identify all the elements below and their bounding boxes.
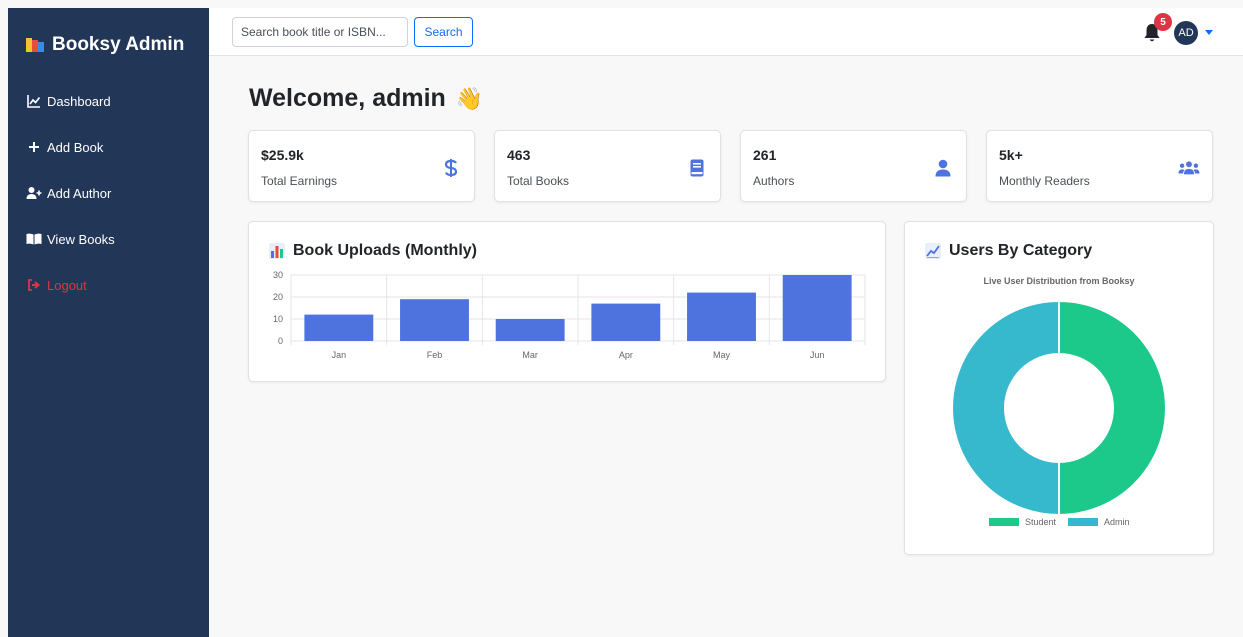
- legend-label: Admin: [1104, 517, 1130, 527]
- stat-label: Monthly Readers: [999, 174, 1090, 188]
- chevron-down-icon[interactable]: [1205, 30, 1213, 35]
- donut-slice: [1058, 299, 1167, 517]
- x-tick-label: Jun: [810, 350, 825, 360]
- y-tick-label: 0: [278, 336, 283, 346]
- sidebar-item-label: Add Author: [47, 185, 112, 201]
- stat-value: 261: [753, 147, 777, 163]
- x-tick-label: May: [713, 350, 731, 360]
- donut-chart: Live User Distribution from Booksy Studen…: [951, 276, 1167, 527]
- stat-value: 463: [507, 147, 531, 163]
- x-tick-label: Feb: [427, 350, 443, 360]
- book-uploads-panel: Book Uploads (Monthly) 0 10 20 30 Jan Feb Mar A…: [248, 221, 886, 382]
- sidebar-item-label: Add Book: [47, 139, 104, 155]
- plus-icon: [26, 139, 42, 155]
- y-tick-label: 10: [273, 314, 283, 324]
- panel-title-text: Users By Category: [949, 242, 1093, 259]
- stat-card-earnings: $25.9k Total Earnings: [248, 130, 475, 202]
- stat-label: Authors: [753, 174, 795, 188]
- sidebar-item-add-book[interactable]: Add Book: [26, 138, 206, 156]
- stat-card-readers: 5k+ Monthly Readers: [986, 130, 1213, 202]
- stat-card-books: 463 Total Books: [494, 130, 721, 202]
- books-logo-icon: [26, 37, 44, 53]
- bar: [782, 275, 852, 341]
- user-icon: [932, 157, 954, 179]
- y-tick-label: 30: [273, 270, 283, 280]
- bar: [495, 319, 565, 341]
- sidebar-item-label: Dashboard: [47, 93, 111, 109]
- chart-line-icon: [26, 93, 42, 109]
- avatar[interactable]: AD: [1174, 21, 1198, 45]
- chart-subtitle: Live User Distribution from Booksy: [983, 276, 1134, 286]
- sidebar-item-label: View Books: [47, 231, 115, 247]
- brand-name: Booksy Admin: [52, 34, 185, 55]
- logout-icon: [26, 277, 42, 293]
- bar-chart: 0 10 20 30 Jan Feb Mar Apr May Jun: [273, 270, 866, 360]
- panel-title: Book Uploads (Monthly): [269, 242, 477, 260]
- page-title: Welcome, admin 👋: [249, 84, 483, 113]
- top-navbar: Search 5 AD: [209, 8, 1243, 56]
- stat-label: Total Earnings: [261, 174, 338, 188]
- welcome-text: Welcome, admin: [249, 84, 446, 112]
- sidebar-item-add-author[interactable]: Add Author: [26, 184, 206, 202]
- users-icon: [1178, 157, 1200, 179]
- trend-chart-icon: [925, 243, 941, 259]
- users-by-category-panel: Users By Category Live User Distribution…: [904, 221, 1214, 555]
- search-button[interactable]: Search: [414, 17, 473, 47]
- x-tick-label: Mar: [522, 350, 538, 360]
- sidebar-nav: Dashboard Add Book Add Author View Books…: [26, 92, 206, 322]
- bar: [304, 314, 374, 341]
- sidebar-item-dashboard[interactable]: Dashboard: [26, 92, 206, 110]
- x-tick-label: Jan: [332, 350, 347, 360]
- sidebar-item-label: Logout: [47, 277, 87, 293]
- search-input[interactable]: [232, 17, 408, 47]
- stat-value: $25.9k: [261, 147, 304, 163]
- bar: [400, 299, 469, 341]
- dollar-icon: [440, 157, 462, 179]
- legend-swatch: [1068, 518, 1098, 526]
- bar-chart-icon: [269, 243, 285, 259]
- sidebar-item-view-books[interactable]: View Books: [26, 230, 206, 248]
- bar: [591, 303, 661, 341]
- legend-label: Student: [1025, 517, 1057, 527]
- y-tick-label: 20: [273, 292, 283, 302]
- waving-hand-icon: 👋: [455, 85, 484, 111]
- brand[interactable]: Booksy Admin: [26, 34, 184, 56]
- stat-label: Total Books: [507, 174, 570, 188]
- donut-slice: [951, 299, 1060, 517]
- legend-swatch: [989, 518, 1019, 526]
- book-icon: [686, 157, 708, 179]
- book-open-icon: [26, 231, 42, 247]
- stat-card-authors: 261 Authors: [740, 130, 967, 202]
- bar: [687, 292, 756, 341]
- panel-title: Users By Category: [925, 242, 1092, 260]
- stat-value: 5k+: [999, 147, 1023, 163]
- user-plus-icon: [26, 185, 42, 201]
- sidebar: Booksy Admin Dashboard Add Book Add Auth…: [8, 8, 209, 637]
- sidebar-item-logout[interactable]: Logout: [26, 276, 206, 294]
- x-tick-label: Apr: [619, 350, 633, 360]
- notification-badge: 5: [1154, 13, 1172, 31]
- panel-title-text: Book Uploads (Monthly): [293, 242, 477, 259]
